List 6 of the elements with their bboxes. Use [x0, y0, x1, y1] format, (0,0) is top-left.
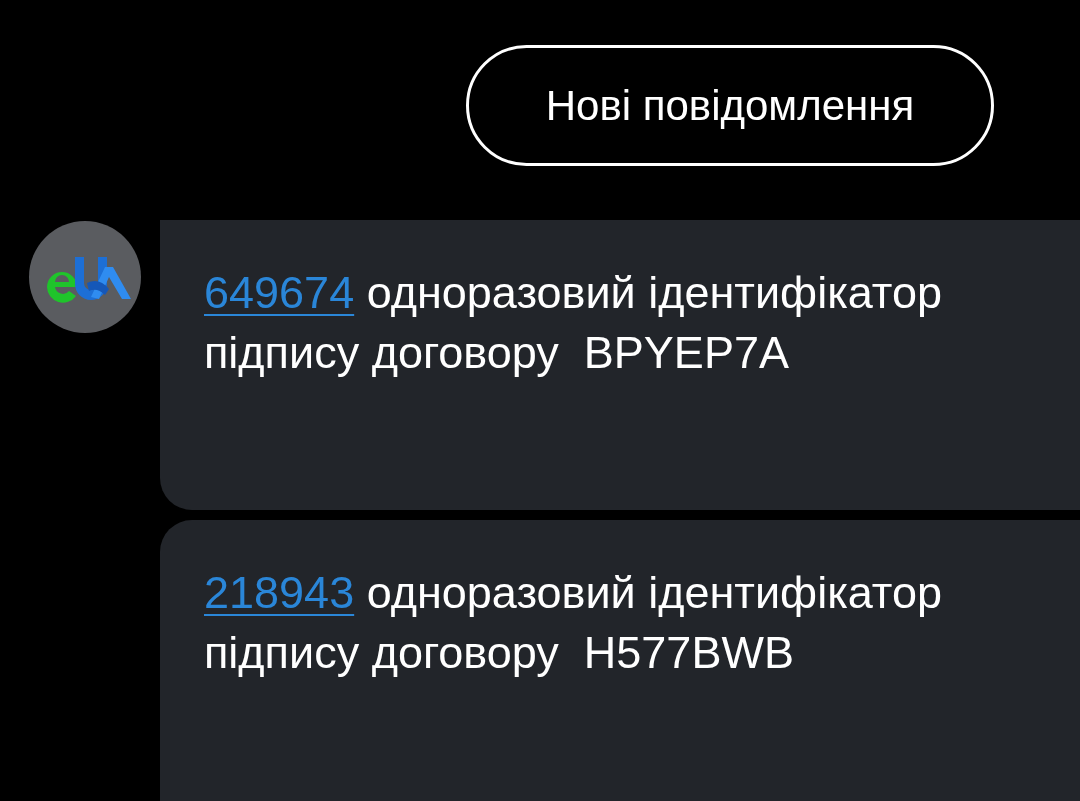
code-link[interactable]: 218943 [204, 567, 355, 618]
new-messages-button[interactable]: Нові повідомлення [466, 45, 994, 166]
message-text: 649674 одноразовий ідентифікатор підпису договору BPYEP7A [204, 266, 943, 380]
message-text: 218943 одноразовий ідентифікатор підпису договору H577BWB [204, 566, 943, 680]
code-link[interactable]: 649674 [204, 267, 355, 318]
avatar-logo-icon [29, 221, 141, 333]
